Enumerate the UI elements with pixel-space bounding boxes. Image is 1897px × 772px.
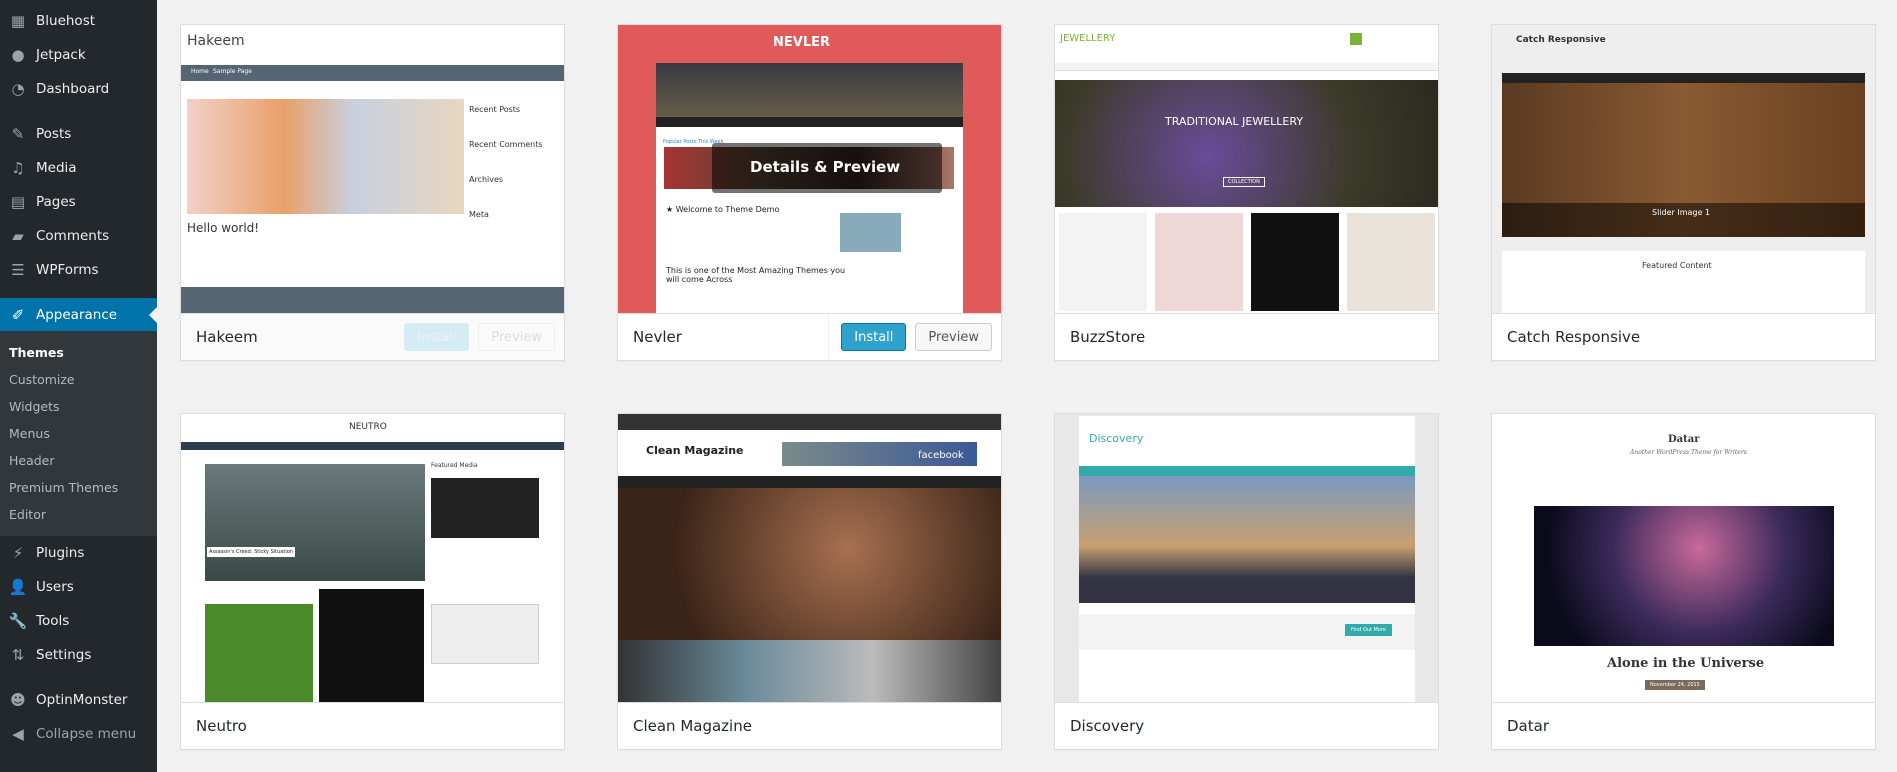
menu-appearance[interactable]: ✐ Appearance: [0, 298, 157, 331]
submenu-widgets[interactable]: Widgets: [9, 397, 60, 417]
comment-icon: ▰: [12, 227, 24, 245]
theme-card-neutro[interactable]: NEUTRO Assassin's Creed: Sticky Situatio…: [180, 413, 565, 750]
theme-card-nevler[interactable]: NEVLER Popular Posts This Week Details &…: [617, 24, 1002, 361]
jetpack-icon: ●: [11, 46, 25, 64]
menu-optinmonster[interactable]: ☻ OptinMonster: [0, 683, 157, 717]
theme-card-clean-magazine[interactable]: Clean Magazine facebook Clean Magazine: [617, 413, 1002, 750]
theme-name: Hakeem: [196, 328, 258, 346]
dashboard-icon: ◔: [11, 80, 25, 98]
monster-icon: ☻: [10, 691, 26, 709]
menu-posts[interactable]: ✎ Posts: [0, 117, 157, 151]
theme-screenshot[interactable]: JEWELLERY TRADITIONAL JEWELLERY COLLECTI…: [1055, 25, 1438, 313]
theme-footer: Datar: [1492, 702, 1875, 749]
theme-screenshot[interactable]: NEUTRO Assassin's Creed: Sticky Situatio…: [181, 414, 564, 702]
menu-users[interactable]: 👤 Users: [0, 570, 157, 604]
menu-pages[interactable]: ▤ Pages: [0, 185, 157, 219]
install-button[interactable]: Install: [404, 323, 470, 351]
theme-screenshot[interactable]: Hakeem Home Sample Page Recent Posts Rec…: [181, 25, 564, 313]
menu-dashboard[interactable]: ◔ Dashboard: [0, 72, 157, 106]
theme-card-datar[interactable]: Datar Another WordPress Theme for Writer…: [1491, 413, 1876, 750]
grid-icon: ▦: [10, 12, 26, 30]
theme-footer: Catch Responsive: [1492, 313, 1875, 360]
theme-name: Nevler: [633, 328, 682, 346]
theme-card-hakeem[interactable]: Hakeem Home Sample Page Recent Posts Rec…: [180, 24, 565, 361]
submenu-editor[interactable]: Editor: [9, 505, 46, 525]
install-button[interactable]: Install: [841, 323, 907, 351]
theme-footer: Nevler Install Preview: [618, 313, 1001, 360]
menu-comments[interactable]: ▰ Comments: [0, 219, 157, 253]
pages-icon: ▤: [10, 193, 26, 211]
menu-tools[interactable]: 🔧 Tools: [0, 604, 157, 638]
user-icon: 👤: [8, 578, 28, 596]
appearance-submenu: Themes Customize Widgets Menus Header Pr…: [0, 331, 157, 536]
theme-footer: Clean Magazine: [618, 702, 1001, 749]
submenu-premium-themes[interactable]: Premium Themes: [9, 478, 118, 498]
submenu-menus[interactable]: Menus: [9, 424, 50, 444]
media-icon: ♫: [11, 159, 25, 177]
preview-button[interactable]: Preview: [478, 323, 555, 351]
collapse-icon: ◀: [12, 725, 24, 743]
theme-name: Neutro: [196, 717, 247, 735]
theme-screenshot[interactable]: Datar Another WordPress Theme for Writer…: [1492, 414, 1875, 702]
wrench-icon: 🔧: [8, 612, 28, 630]
theme-footer: Discovery: [1055, 702, 1438, 749]
theme-screenshot[interactable]: Clean Magazine facebook: [618, 414, 1001, 702]
theme-name: Discovery: [1070, 717, 1145, 735]
plug-icon: ⚡: [12, 544, 24, 562]
theme-card-discovery[interactable]: Discovery Find Out More Discovery: [1054, 413, 1439, 750]
theme-screenshot[interactable]: NEVLER Popular Posts This Week Details &…: [618, 25, 1001, 313]
preview-button[interactable]: Preview: [915, 323, 992, 351]
theme-footer: Neutro: [181, 702, 564, 749]
pin-icon: ✎: [11, 125, 25, 143]
submenu-customize[interactable]: Customize: [9, 370, 75, 390]
theme-screenshot[interactable]: Discovery Find Out More: [1055, 414, 1438, 702]
collapse-menu-button[interactable]: ◀ Collapse menu: [0, 717, 157, 751]
menu-jetpack[interactable]: ● Jetpack: [0, 38, 157, 72]
theme-name: Clean Magazine: [633, 717, 752, 735]
theme-name: Catch Responsive: [1507, 328, 1641, 346]
submenu-themes[interactable]: Themes: [9, 343, 64, 363]
theme-name: Datar: [1507, 717, 1549, 735]
menu-media[interactable]: ♫ Media: [0, 151, 157, 185]
theme-card-buzzstore[interactable]: JEWELLERY TRADITIONAL JEWELLERY COLLECTI…: [1054, 24, 1439, 361]
brush-icon: ✐: [11, 305, 25, 324]
forms-icon: ☰: [11, 261, 25, 279]
settings-icon: ⇅: [11, 646, 25, 664]
menu-plugins[interactable]: ⚡ Plugins: [0, 536, 157, 570]
submenu-header[interactable]: Header: [9, 451, 55, 471]
menu-settings[interactable]: ⇅ Settings: [0, 638, 157, 672]
menu-bluehost[interactable]: ▦ Bluehost: [0, 4, 157, 38]
theme-footer: BuzzStore: [1055, 313, 1438, 360]
theme-card-catch-responsive[interactable]: Catch Responsive Slider Image 1 Featured…: [1491, 24, 1876, 361]
theme-screenshot[interactable]: Catch Responsive Slider Image 1 Featured…: [1492, 25, 1875, 313]
menu-wpforms[interactable]: ☰ WPForms: [0, 253, 157, 287]
theme-footer: Hakeem Install Preview: [181, 313, 564, 360]
theme-name: BuzzStore: [1070, 328, 1146, 346]
admin-sidebar: ▦ Bluehost ● Jetpack ◔ Dashboard ✎ Posts ♫ Me…: [0, 0, 157, 772]
